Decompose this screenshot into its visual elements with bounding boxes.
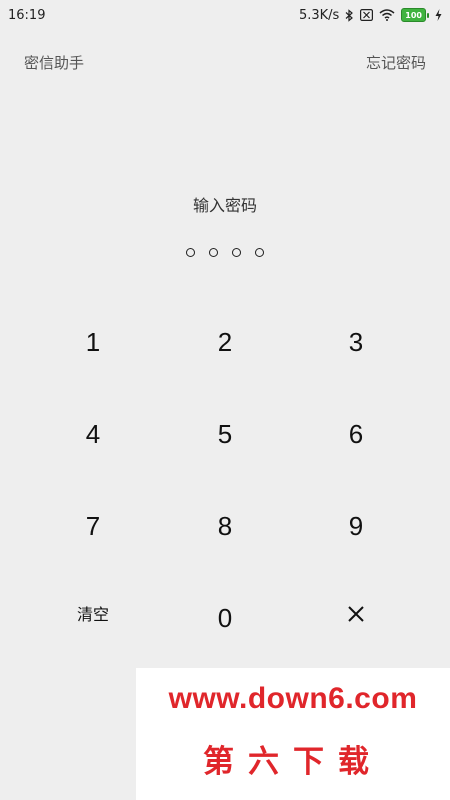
key-4[interactable]: 4 — [38, 404, 148, 464]
delete-button[interactable] — [301, 584, 411, 644]
key-6[interactable]: 6 — [301, 404, 411, 464]
key-1[interactable]: 1 — [38, 312, 148, 372]
watermark: www.down6.com 第六下载 — [136, 668, 450, 800]
key-5[interactable]: 5 — [170, 404, 280, 464]
key-8[interactable]: 8 — [170, 496, 280, 556]
key-9[interactable]: 9 — [301, 496, 411, 556]
watermark-url: www.down6.com — [168, 682, 418, 715]
clear-button[interactable]: 清空 — [38, 583, 148, 643]
close-icon — [348, 606, 364, 622]
watermark-name: 第六下载 — [203, 744, 383, 780]
key-3[interactable]: 3 — [301, 312, 411, 372]
key-0[interactable]: 0 — [170, 588, 280, 648]
lock-screen: 16:19 5.3K/s 100 密信助手 忘记密码 输入密码 1 2 3 4 … — [0, 0, 450, 800]
key-7[interactable]: 7 — [38, 496, 148, 556]
key-2[interactable]: 2 — [170, 312, 280, 372]
